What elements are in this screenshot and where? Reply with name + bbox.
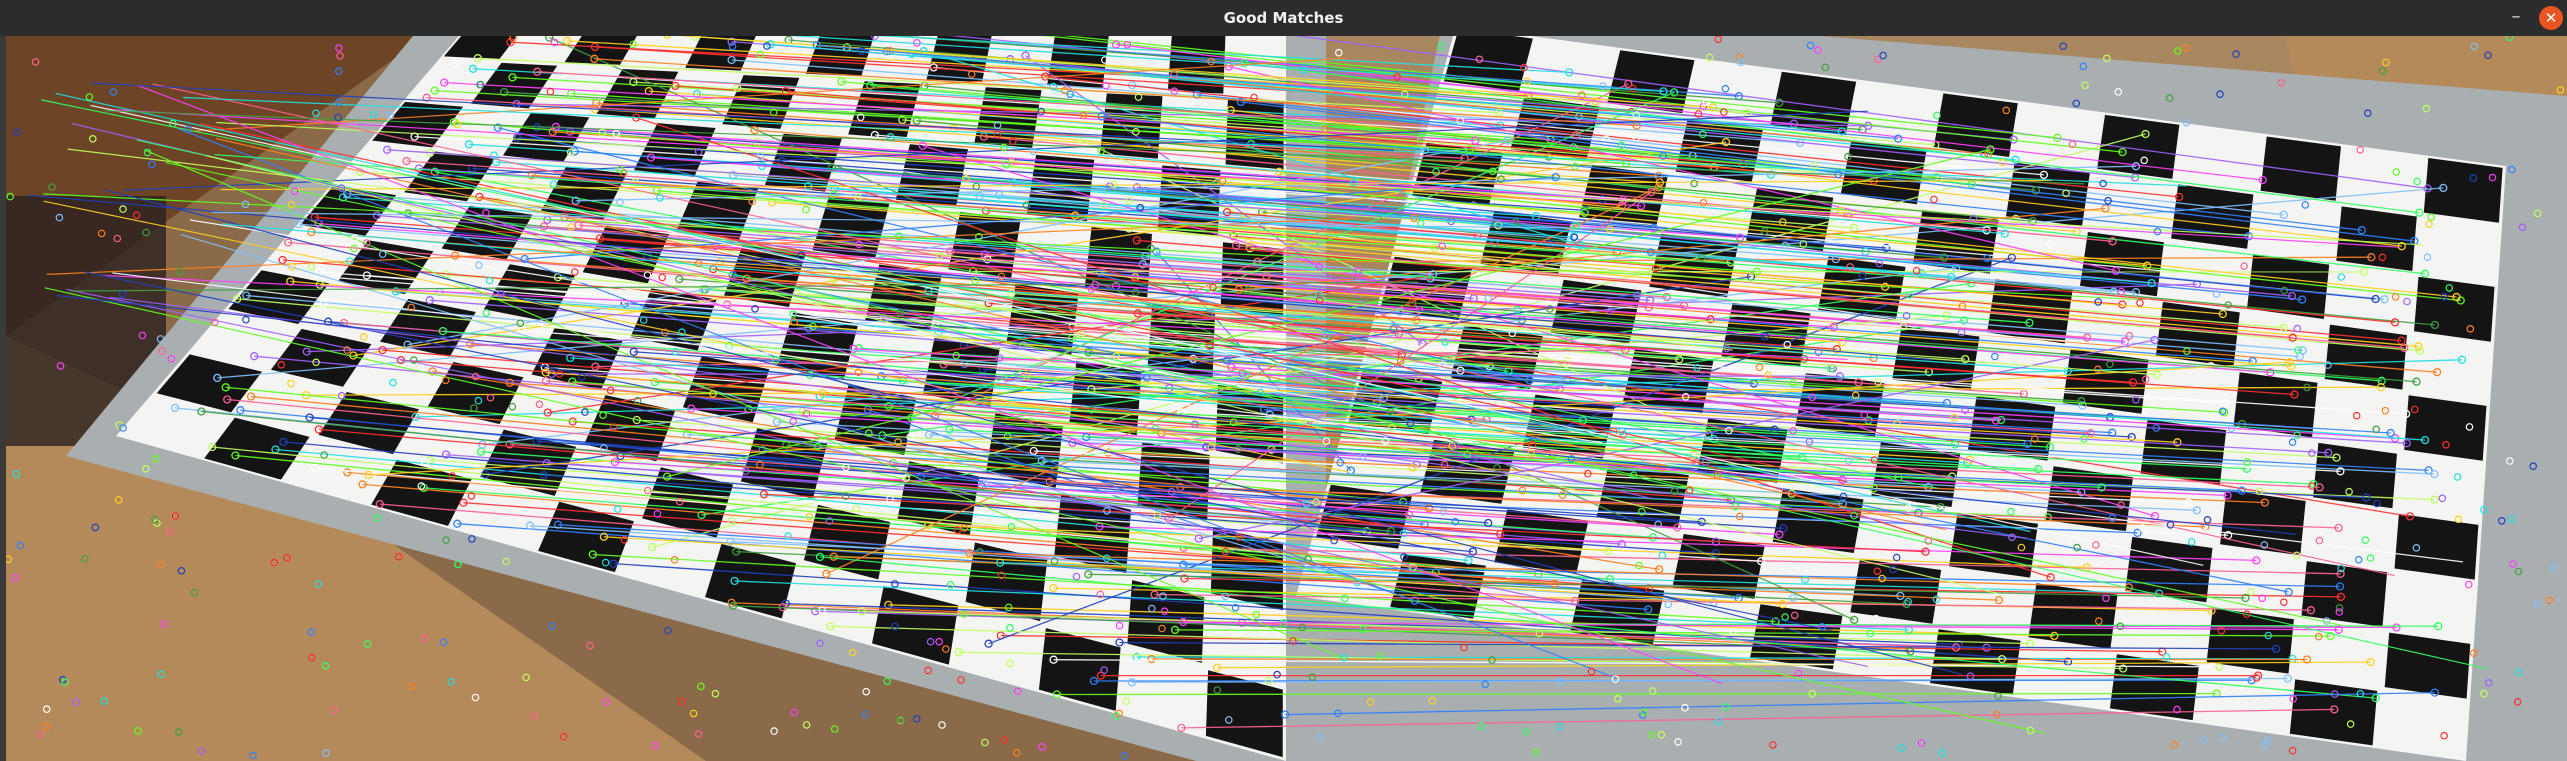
checker-square [1933,93,2018,157]
window-title: Good Matches [1223,9,1344,27]
checker-square [2260,136,2341,201]
window-titlebar: Good Matches – ✕ [0,0,2567,36]
image-viewport [6,36,2567,761]
checker-square [2336,206,2417,271]
checker-square [2109,654,2199,721]
checker-square [2394,513,2479,580]
checker-square [2384,632,2471,699]
close-icon[interactable]: ✕ [2539,6,2563,30]
match-line [1151,658,2308,661]
checker-square [2423,158,2503,223]
feature-matches-image [6,36,2567,761]
checker-square [2414,276,2495,342]
minimize-icon[interactable]: – [2504,6,2528,30]
match-line [1056,692,2217,696]
checker-square [2404,395,2487,461]
